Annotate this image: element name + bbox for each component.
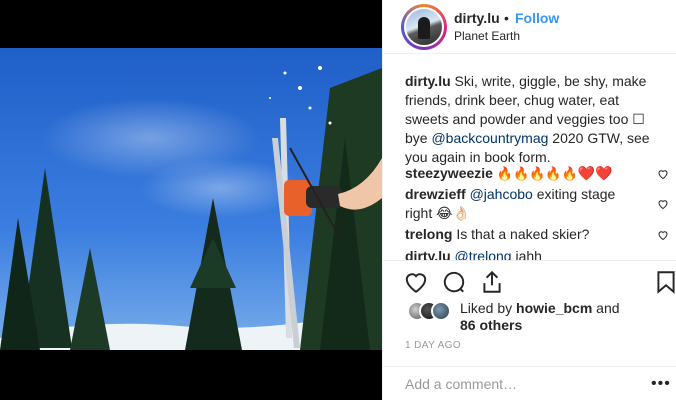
header-separator: • xyxy=(504,10,509,26)
location-link[interactable]: Planet Earth xyxy=(454,29,520,43)
comment-username[interactable]: trelong xyxy=(405,226,452,242)
comment-mention[interactable]: @trelong xyxy=(455,248,512,260)
post-timestamp[interactable]: 1 DAY AGO xyxy=(405,340,461,351)
caption-mention[interactable]: @backcountrymag xyxy=(431,130,548,146)
ski-photo-image xyxy=(0,48,382,350)
avatar xyxy=(431,301,451,321)
comment-username[interactable]: steezyweezie xyxy=(405,165,493,181)
story-ring[interactable] xyxy=(401,4,447,50)
list-item: trelong Is that a naked skier? xyxy=(405,225,645,244)
follow-button[interactable]: Follow xyxy=(515,10,559,26)
heart-icon[interactable] xyxy=(403,269,429,295)
author-username[interactable]: dirty.lu xyxy=(454,10,500,26)
comment-like-icon[interactable] xyxy=(657,229,669,241)
caption: dirty.lu Ski, write, giggle, be shy, mak… xyxy=(405,72,657,167)
comments-section: dirty.lu Ski, write, giggle, be shy, mak… xyxy=(383,54,676,260)
post-photo[interactable] xyxy=(0,48,382,350)
comment-icon[interactable] xyxy=(441,269,467,295)
share-icon[interactable] xyxy=(479,269,505,295)
post-sidebar: dirty.lu • Follow Planet Earth dirty.lu … xyxy=(382,0,676,400)
comment-mention[interactable]: @jahcobo xyxy=(470,186,533,202)
caption-username[interactable]: dirty.lu xyxy=(405,73,451,89)
comment-text: jahh xyxy=(511,248,542,260)
liked-by-prefix: Liked by xyxy=(460,300,517,316)
comment-like-icon[interactable] xyxy=(657,198,669,210)
comment-emoji-hearts: ❤️❤️ xyxy=(577,165,613,181)
comment-username[interactable]: dirty.lu xyxy=(405,248,451,260)
post-media xyxy=(0,0,382,400)
list-item: dirty.lu @trelong jahh xyxy=(405,247,645,260)
add-comment-bar: Add a comment… ••• xyxy=(383,366,676,400)
comment-emoji: 🔥🔥🔥🔥🔥 xyxy=(496,166,578,181)
add-comment-input[interactable]: Add a comment… xyxy=(405,376,625,392)
comment-username[interactable]: drewzieff xyxy=(405,186,466,202)
comment-text: Is that a naked skier? xyxy=(452,226,590,242)
liked-by-text: Liked by howie_bcm and 86 others xyxy=(460,300,660,334)
avatar[interactable] xyxy=(404,7,444,47)
likes-summary: Liked by howie_bcm and 86 others xyxy=(383,296,676,336)
more-options-icon[interactable]: ••• xyxy=(651,375,671,393)
liked-by-and: and xyxy=(592,300,620,316)
list-item: steezyweezie 🔥🔥🔥🔥🔥❤️❤️ xyxy=(405,164,645,183)
comment-like-icon[interactable] xyxy=(657,168,669,180)
liked-by-others[interactable]: 86 others xyxy=(460,317,522,333)
bookmark-icon[interactable] xyxy=(653,269,676,295)
liked-by-user[interactable]: howie_bcm xyxy=(516,300,592,316)
post-header: dirty.lu • Follow Planet Earth xyxy=(383,0,676,54)
list-item: drewzieff @jahcobo exiting stage right 😂… xyxy=(405,185,645,223)
liker-avatars xyxy=(407,301,451,323)
